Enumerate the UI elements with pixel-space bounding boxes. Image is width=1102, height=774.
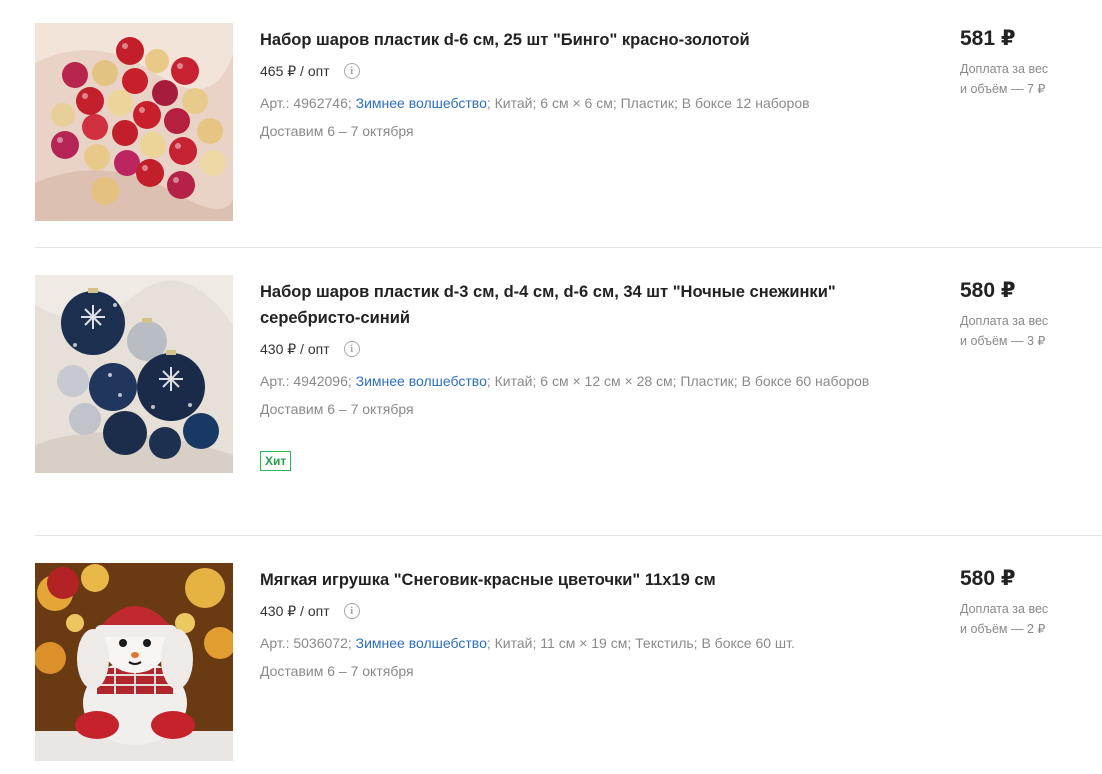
product-price: 581 ₽ — [960, 27, 1016, 50]
product-list: Набор шаров пластик d-6 см, 25 шт "Бинго… — [0, 0, 1102, 774]
brand-link[interactable]: Зимнее волшебство — [356, 635, 487, 651]
opt-price: 430 ₽ / опт — [260, 340, 330, 357]
product-meta: Арт.: 4962746; Зимнее волшебство; Китай;… — [260, 91, 920, 115]
product-specs: ; Китай; 6 см × 12 см × 28 см; Пластик; … — [486, 373, 870, 389]
weight-surcharge: Доплата за вес и объём — 3 ₽ — [960, 314, 1049, 348]
product-image[interactable] — [35, 275, 233, 473]
product-card: Набор шаров пластик d-6 см, 25 шт "Бинго… — [35, 23, 1102, 223]
divider — [35, 247, 1102, 248]
product-title[interactable]: Набор шаров пластик d-6 см, 25 шт "Бинго… — [260, 27, 920, 53]
info-icon[interactable]: i — [343, 341, 360, 357]
product-info: Набор шаров пластик d-3 см, d-4 см, d-6 … — [260, 275, 920, 471]
product-price: 580 ₽ — [960, 279, 1016, 302]
weight-surcharge: Доплата за вес и объём — 2 ₽ — [960, 602, 1049, 636]
info-icon[interactable]: i — [343, 63, 360, 79]
article-number: Арт.: 4942096; — [260, 373, 352, 389]
article-number: Арт.: 5036072; — [260, 635, 352, 651]
opt-price: 430 ₽ / опт — [260, 602, 330, 619]
product-image[interactable] — [35, 563, 233, 761]
snowman-toy-image — [35, 563, 233, 761]
brand-link[interactable]: Зимнее волшебство — [356, 373, 487, 389]
product-title[interactable]: Набор шаров пластик d-3 см, d-4 см, d-6 … — [260, 279, 920, 331]
delivery-date: Доставим 6 – 7 октября — [260, 401, 414, 417]
product-title[interactable]: Мягкая игрушка "Снеговик-красные цветочк… — [260, 567, 920, 593]
product-meta: Арт.: 5036072; Зимнее волшебство; Китай;… — [260, 631, 920, 655]
price-column: 580 ₽ Доплата за вес и объём — 3 ₽ — [960, 275, 1100, 351]
delivery-date: Доставим 6 – 7 октября — [260, 123, 414, 139]
delivery-date: Доставим 6 – 7 октября — [260, 663, 414, 679]
product-card: Набор шаров пластик d-3 см, d-4 см, d-6 … — [35, 275, 1102, 475]
brand-link[interactable]: Зимнее волшебство — [356, 95, 487, 111]
product-image[interactable] — [35, 23, 233, 221]
opt-price-row: 430 ₽ / опт i — [260, 339, 920, 359]
product-info: Мягкая игрушка "Снеговик-красные цветочк… — [260, 563, 920, 683]
price-column: 580 ₽ Доплата за вес и объём — 2 ₽ — [960, 563, 1100, 639]
price-column: 581 ₽ Доплата за вес и объём — 7 ₽ — [960, 23, 1100, 99]
product-info: Набор шаров пластик d-6 см, 25 шт "Бинго… — [260, 23, 920, 143]
opt-price-row: 465 ₽ / опт i — [260, 61, 920, 81]
article-number: Арт.: 4962746; — [260, 95, 352, 111]
weight-surcharge: Доплата за вес и объём — 7 ₽ — [960, 62, 1049, 96]
info-icon[interactable]: i — [343, 603, 360, 619]
product-specs: ; Китай; 6 см × 6 см; Пластик; В боксе 1… — [486, 95, 810, 111]
opt-price-row: 430 ₽ / опт i — [260, 601, 920, 621]
product-price: 580 ₽ — [960, 567, 1016, 590]
product-card: Мягкая игрушка "Снеговик-красные цветочк… — [35, 563, 1102, 763]
divider — [35, 535, 1102, 536]
blue-silver-ornaments-image — [35, 275, 233, 473]
hit-badge: Хит — [260, 451, 292, 471]
opt-price: 465 ₽ / опт — [260, 62, 330, 79]
product-specs: ; Китай; 11 см × 19 см; Текстиль; В бокс… — [486, 635, 795, 651]
product-meta: Арт.: 4942096; Зимнее волшебство; Китай;… — [260, 369, 920, 393]
red-gold-ornaments-image — [35, 23, 233, 221]
